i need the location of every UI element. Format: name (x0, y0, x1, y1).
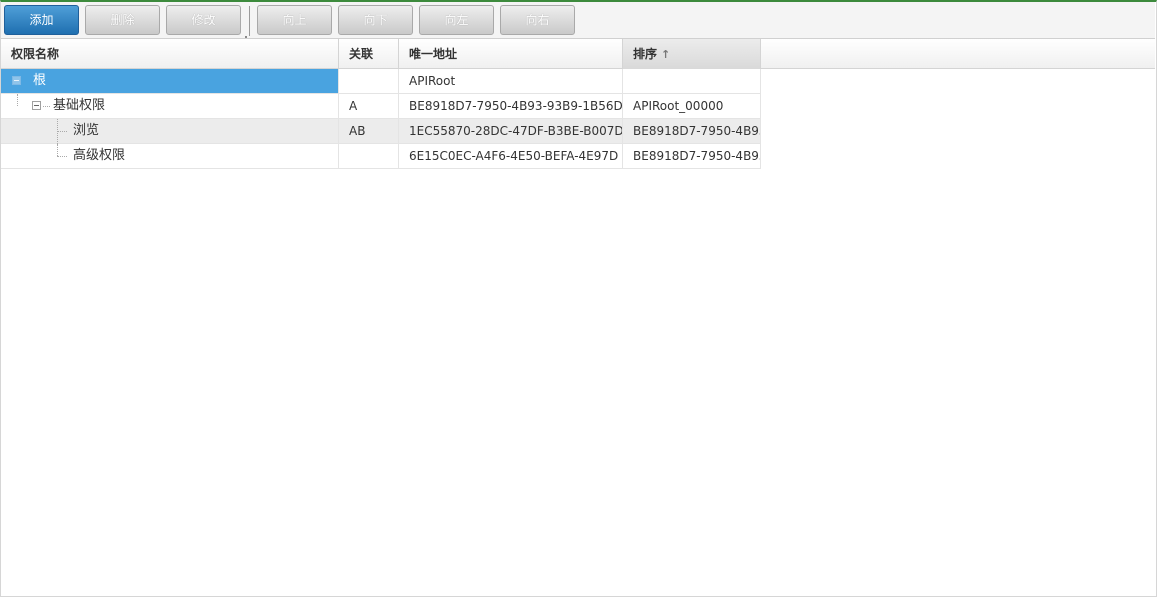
toolbar-separator (249, 6, 250, 36)
column-header-address[interactable]: 唯一地址 (399, 39, 623, 69)
cell-name: 基础权限 (1, 94, 339, 119)
tree-connector (57, 144, 58, 156)
cell-address: BE8918D7-7950-4B93-93B9-1B56D3 (399, 94, 623, 119)
table-row[interactable]: 高级权限 6E15C0EC-A4F6-4E50-BEFA-4E97D BE891… (1, 144, 761, 169)
sort-ascending-icon: ↑ (661, 48, 671, 61)
cell-relation (339, 69, 399, 94)
collapse-icon[interactable] (32, 101, 41, 110)
column-header-order-label: 排序 (633, 47, 658, 61)
edit-button[interactable]: 修改 (166, 5, 241, 35)
column-header-name[interactable]: 权限名称 (1, 39, 339, 69)
node-label: 高级权限 (73, 148, 126, 163)
tree-connector (57, 156, 67, 157)
move-right-button[interactable]: 向右 (500, 5, 575, 35)
node-label: 浏览 (73, 123, 100, 138)
cell-order (623, 69, 761, 94)
collapse-icon[interactable] (12, 76, 21, 85)
column-header-relation-label: 关联 (349, 47, 374, 61)
move-left-button[interactable]: 向左 (419, 5, 494, 35)
column-header-name-label: 权限名称 (11, 47, 60, 61)
add-button[interactable]: 添加 (4, 5, 79, 35)
column-header-address-label: 唯一地址 (409, 47, 458, 61)
tree-connector (17, 94, 18, 106)
cell-name: 高级权限 (1, 144, 339, 169)
cell-order: BE8918D7-7950-4B93 (623, 119, 761, 144)
column-header-relation[interactable]: 关联 (339, 39, 399, 69)
table-row[interactable]: 根 APIRoot (1, 69, 761, 94)
tree-connector (43, 106, 50, 107)
toolbar: 添加 删除 修改 向上 向下 向左 向右 (1, 2, 1155, 38)
move-up-button[interactable]: 向上 (257, 5, 332, 35)
permission-tree-grid: 权限名称 关联 唯一地址 排序 ↑ 根 APIRoot 基础权限 A BE8918… (1, 38, 1155, 595)
cell-order: APIRoot_00000 (623, 94, 761, 119)
cell-address: APIRoot (399, 69, 623, 94)
cell-address: 1EC55870-28DC-47DF-B3BE-B007D (399, 119, 623, 144)
column-header-order[interactable]: 排序 ↑ (623, 39, 761, 69)
cell-address: 6E15C0EC-A4F6-4E50-BEFA-4E97D (399, 144, 623, 169)
table-row[interactable]: 浏览 AB 1EC55870-28DC-47DF-B3BE-B007D BE89… (1, 119, 761, 144)
selected-row-highlight (1, 69, 338, 93)
node-label: 根 (33, 73, 47, 88)
delete-button[interactable]: 删除 (85, 5, 160, 35)
cell-relation: AB (339, 119, 399, 144)
cell-relation (339, 144, 399, 169)
cell-name: 根 (1, 69, 339, 94)
node-label: 基础权限 (53, 98, 106, 113)
table-row[interactable]: 基础权限 A BE8918D7-7950-4B93-93B9-1B56D3 AP… (1, 94, 761, 119)
cell-order: BE8918D7-7950-4B93 (623, 144, 761, 169)
grid-header: 权限名称 关联 唯一地址 排序 ↑ (1, 39, 1155, 69)
cell-relation: A (339, 94, 399, 119)
cell-name: 浏览 (1, 119, 339, 144)
tree-connector (57, 131, 67, 132)
move-down-button[interactable]: 向下 (338, 5, 413, 35)
